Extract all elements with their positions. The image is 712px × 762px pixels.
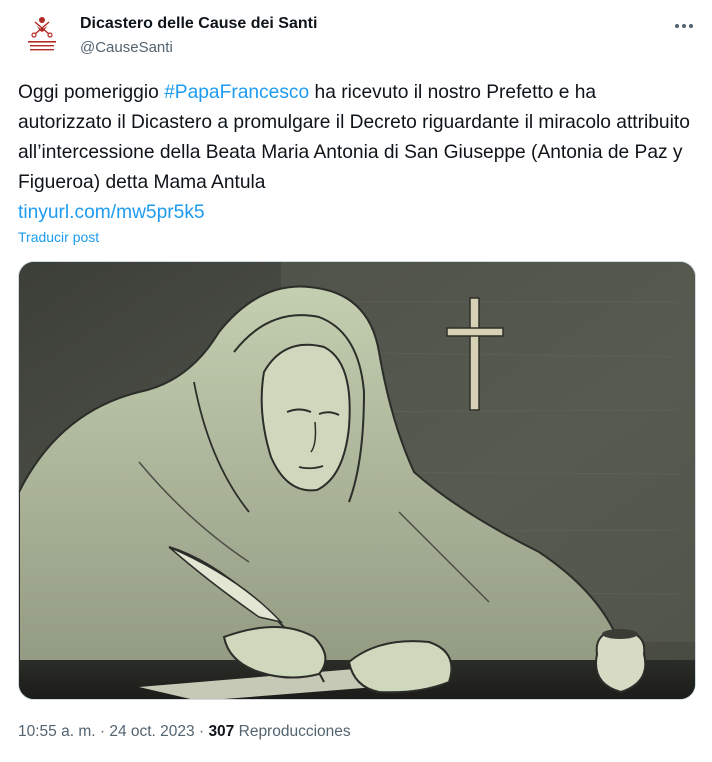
tweet-date[interactable]: 24 oct. 2023 xyxy=(109,723,194,740)
author-block: Dicastero delle Cause dei Santi @CauseSa… xyxy=(80,14,317,58)
tweet-url-link[interactable]: tinyurl.com/mw5pr5k5 xyxy=(18,202,205,223)
views-label: Reproducciones xyxy=(238,723,351,740)
dicastery-logo-icon xyxy=(28,17,56,51)
tweet: Dicastero delle Cause dei Santi @CauseSa… xyxy=(0,0,712,762)
tweet-meta: 10:55 a. m. · 24 oct. 2023 · 307 Reprodu… xyxy=(18,722,351,742)
meta-separator: · xyxy=(95,723,110,740)
tweet-time[interactable]: 10:55 a. m. xyxy=(18,723,96,740)
views-count[interactable]: 307 xyxy=(208,723,234,740)
author-display-name[interactable]: Dicastero delle Cause dei Santi xyxy=(80,14,317,34)
tweet-media-image[interactable] xyxy=(18,261,696,700)
nun-writing-illustration-icon xyxy=(19,262,695,699)
avatar[interactable] xyxy=(18,12,66,60)
author-handle[interactable]: @CauseSanti xyxy=(80,38,317,58)
tweet-text-intro: Oggi pomeriggio xyxy=(18,82,165,103)
tweet-text: Oggi pomeriggio #PapaFrancesco ha ricevu… xyxy=(18,78,694,228)
meta-separator-2: · xyxy=(194,723,209,740)
more-options-button[interactable] xyxy=(670,14,698,38)
translate-post-link[interactable]: Traducir post xyxy=(18,228,99,246)
more-dots-icon xyxy=(675,24,693,28)
hashtag-link[interactable]: #PapaFrancesco xyxy=(164,82,309,103)
